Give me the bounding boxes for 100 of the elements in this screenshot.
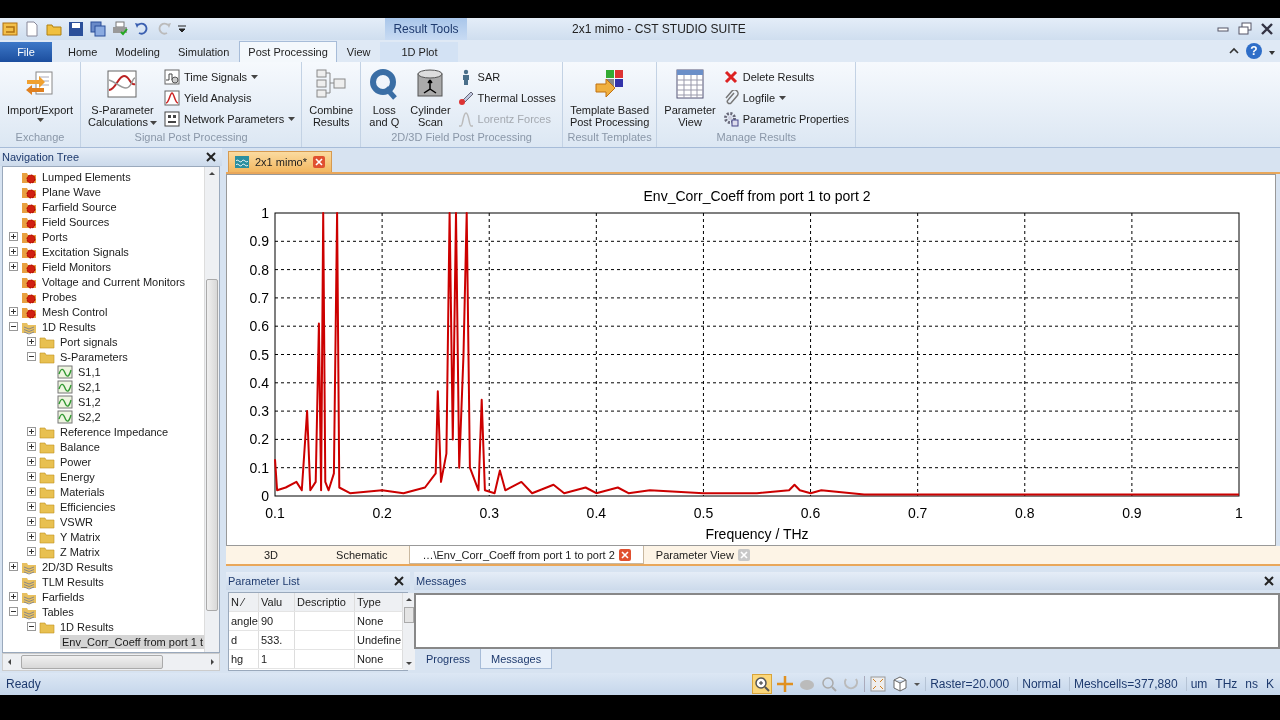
collapse-icon[interactable]	[9, 322, 18, 331]
ribbon-button[interactable]: Time Signals	[163, 68, 298, 86]
tree-item[interactable]: 2D/3D Results	[40, 559, 115, 574]
tree-item[interactable]: Ports	[40, 229, 70, 244]
tree-item[interactable]: TLM Results	[40, 574, 106, 589]
expand-icon[interactable]	[27, 487, 36, 496]
zoom-icon[interactable]	[752, 674, 773, 694]
tree-item[interactable]: S2,2	[76, 409, 103, 424]
ribbon-button[interactable]: SAR	[457, 68, 558, 86]
tree-item[interactable]: Probes	[40, 289, 79, 304]
app-icon[interactable]	[2, 21, 18, 37]
tree-item[interactable]: S-Parameters	[58, 349, 130, 364]
tree-item[interactable]: 1D Results	[40, 319, 98, 334]
tree-item[interactable]: Tables	[40, 604, 76, 619]
caret-icon[interactable]	[251, 74, 259, 80]
close-icon[interactable]	[1264, 576, 1274, 587]
expand-icon[interactable]	[27, 442, 36, 451]
ribbon-button[interactable]: Thermal Losses	[457, 89, 558, 107]
tree-item[interactable]: Voltage and Current Monitors	[40, 274, 188, 289]
collapse-icon[interactable]	[27, 352, 36, 361]
tree-item[interactable]: Y Matrix	[58, 529, 103, 544]
tree-item[interactable]: Field Sources	[40, 214, 112, 229]
expand-icon[interactable]	[27, 427, 36, 436]
tree-item[interactable]: S1,1	[76, 364, 103, 379]
collapse-icon[interactable]	[27, 622, 36, 631]
fit-view-icon[interactable]	[869, 675, 888, 693]
ribbon-button[interactable]: Delete Results	[722, 68, 852, 86]
ribbon-tab[interactable]: Modeling	[107, 42, 168, 62]
caret-icon[interactable]	[178, 25, 186, 33]
expand-icon[interactable]	[27, 472, 36, 481]
document-tab[interactable]: 2x1 mimo*	[228, 150, 332, 172]
caret-icon[interactable]	[1268, 49, 1276, 57]
editor-tab[interactable]: 3D	[226, 546, 325, 565]
tree-item[interactable]: Materials	[58, 484, 107, 499]
ribbon-button[interactable]: Yield Analysis	[163, 89, 298, 107]
tree-item[interactable]: S2,1	[76, 379, 103, 394]
expand-icon[interactable]	[27, 457, 36, 466]
expand-icon[interactable]	[9, 592, 18, 601]
print-icon[interactable]	[112, 21, 128, 37]
ribbon-button[interactable]: Template Based Post Processing	[566, 66, 653, 130]
help-button[interactable]: ?	[1246, 43, 1262, 59]
close-icon[interactable]	[1260, 22, 1274, 36]
ribbon-tab[interactable]: View	[338, 42, 379, 62]
tree-item[interactable]: Farfields	[40, 589, 87, 604]
tree-item[interactable]: Balance	[58, 439, 102, 454]
ribbon-tab[interactable]: Home	[60, 42, 106, 62]
tree-item[interactable]: Farfield Source	[40, 199, 119, 214]
caret-icon[interactable]	[779, 95, 787, 101]
panel-tab[interactable]: Messages	[480, 649, 553, 670]
scroll-thumb[interactable]	[206, 279, 218, 611]
ribbon-tab[interactable]: Post Processing	[239, 41, 337, 62]
expand-icon[interactable]	[27, 517, 36, 526]
restore-icon[interactable]	[1238, 22, 1252, 36]
save-icon[interactable]	[68, 21, 84, 37]
tree-item[interactable]: Reference Impedance	[58, 424, 171, 439]
expand-icon[interactable]	[9, 262, 18, 271]
caret-icon[interactable]	[913, 680, 922, 688]
expand-icon[interactable]	[27, 547, 36, 556]
caret-icon[interactable]	[149, 120, 157, 126]
editor-tab[interactable]: Parameter View	[643, 546, 762, 565]
ribbon-button[interactable]: Import/Export	[4, 66, 77, 125]
ribbon-tab[interactable]: Simulation	[170, 42, 238, 62]
tree-item[interactable]: VSWR	[58, 514, 95, 529]
expand-icon[interactable]	[9, 562, 18, 571]
tree-item[interactable]: Port signals	[58, 334, 120, 349]
expand-icon[interactable]	[27, 532, 36, 541]
ribbon-button[interactable]: Loss and Q	[365, 66, 404, 130]
tree-item[interactable]: Plane Wave	[40, 184, 103, 199]
tree-item[interactable]: Power	[58, 454, 94, 469]
tree-item[interactable]: Lumped Elements	[40, 169, 133, 184]
ribbon-button[interactable]: Logfile	[722, 89, 852, 107]
editor-tab[interactable]: Schematic	[324, 546, 410, 565]
ribbon-tab[interactable]: 1D Plot	[380, 42, 459, 62]
save-all-icon[interactable]	[90, 21, 106, 37]
tree-item[interactable]: Env_Corr_Coeff from port 1 t	[60, 634, 204, 649]
tree-item[interactable]: 1D Results	[58, 619, 116, 634]
ribbon-tab[interactable]: File	[0, 42, 52, 62]
ribbon-button[interactable]: Parametric Properties	[722, 110, 852, 128]
tree-item[interactable]: Excitation Signals	[40, 244, 131, 259]
cube-icon[interactable]	[891, 675, 910, 693]
ribbon-button[interactable]: Combine Results	[306, 66, 357, 130]
collapse-icon[interactable]	[9, 607, 18, 616]
editor-tab[interactable]: …\Env_Corr_Coeff from port 1 to port 2	[409, 546, 644, 565]
ribbon-button[interactable]: Network Parameters	[163, 110, 298, 128]
column-header[interactable]: Descriptio	[295, 593, 355, 612]
expand-icon[interactable]	[9, 232, 18, 241]
tree-item[interactable]: Field Monitors	[40, 259, 114, 274]
panel-tab[interactable]: Progress	[416, 649, 481, 670]
expand-icon[interactable]	[27, 337, 36, 346]
expand-icon[interactable]	[9, 247, 18, 256]
close-icon[interactable]	[206, 152, 216, 162]
column-header[interactable]: Valu	[259, 593, 295, 612]
expand-icon[interactable]	[27, 502, 36, 511]
tree-item[interactable]: Energy	[58, 469, 97, 484]
tree-item[interactable]: S1,2	[76, 394, 103, 409]
expand-icon[interactable]	[9, 307, 18, 316]
tree-item[interactable]: Z Matrix	[58, 544, 102, 559]
ribbon-button[interactable]: Parameter View	[661, 66, 719, 130]
close-icon[interactable]	[394, 576, 404, 587]
ribbon-button[interactable]: S-Parameter Calculations	[85, 66, 160, 130]
